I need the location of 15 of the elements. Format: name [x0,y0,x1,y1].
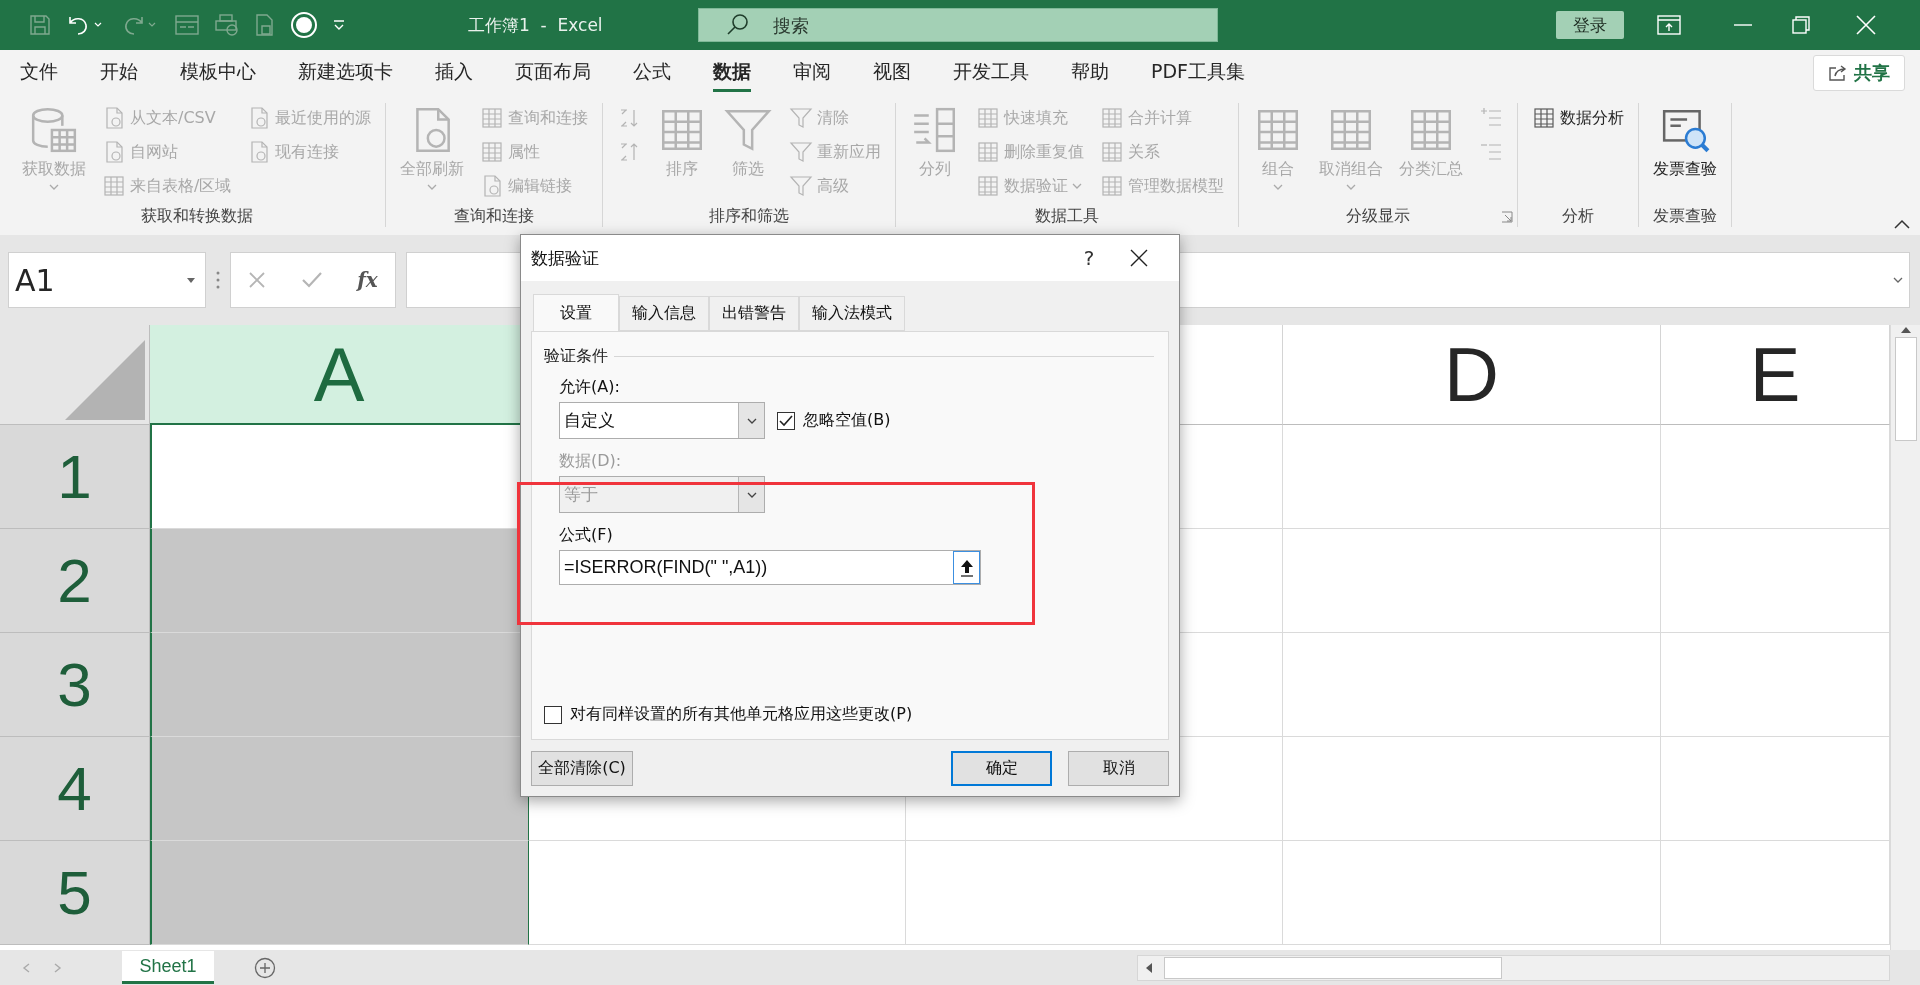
field-label: 数据(D): [559,451,623,472]
dialog-title: 数据验证 [531,246,600,270]
group-label: 排序和筛选 [708,205,791,227]
group-label: 查询和连接 [453,205,536,227]
checkbox-label: 对有同样设置的所有其他单元格应用这些更改(P) [570,704,913,725]
group-label: 分析 [1561,205,1596,227]
field-label: 公式(F) [559,525,614,546]
checkbox-label: 忽略空值(B) [803,410,891,431]
group-label: 获取和转换数据 [139,205,254,227]
field-label: 允许(A): [559,377,621,398]
window-title: 工作簿1 - Excel [468,13,604,37]
section-title: 验证条件 [544,346,608,367]
group-label: 发票查验 [1652,205,1719,227]
group-label: 数据工具 [1034,205,1101,227]
group-label: 分级显示 [1345,205,1412,227]
